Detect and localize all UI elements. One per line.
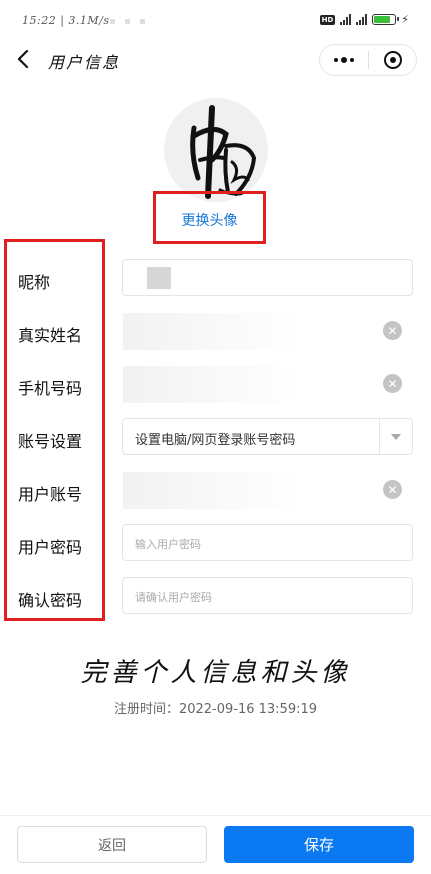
redacted-block: [123, 313, 303, 350]
chevron-down-icon[interactable]: [379, 419, 412, 454]
chevron-left-icon[interactable]: [12, 46, 36, 72]
change-avatar-link[interactable]: 更换头像: [156, 210, 263, 230]
password-placeholder: 输入用户密码: [135, 538, 201, 551]
clear-icon[interactable]: ✕: [383, 480, 402, 499]
status-icons: HD ⚡: [319, 13, 409, 26]
clear-icon[interactable]: ✕: [383, 374, 402, 393]
password-field[interactable]: 输入用户密码: [122, 524, 413, 561]
clear-icon[interactable]: ✕: [383, 321, 402, 340]
save-button[interactable]: 保存: [224, 826, 414, 863]
notification-dots: [110, 19, 145, 24]
status-bar: 15:22 | 3.1M/s HD ⚡: [0, 0, 431, 40]
account-settings-value: 设置电脑/网页登录账号密码: [135, 433, 296, 448]
more-dots-icon[interactable]: [320, 45, 368, 75]
register-time: 注册时间：2022-09-16 13:59:19: [113, 702, 318, 717]
footer-divider: [0, 815, 431, 816]
label-account-settings: 账号设置: [18, 432, 83, 451]
charging-icon: ⚡: [401, 13, 409, 26]
battery-icon: [372, 14, 400, 25]
label-nickname: 昵称: [18, 273, 51, 292]
nickname-redacted-thumb: [147, 267, 171, 289]
avatar-calligraphy-image: [164, 98, 268, 202]
user-account-field[interactable]: ✕: [122, 471, 413, 509]
change-avatar-highlight: 更换头像: [153, 191, 266, 244]
back-button[interactable]: 返回: [17, 826, 207, 863]
avatar[interactable]: [164, 98, 268, 202]
signal-icon-2: [356, 14, 368, 25]
confirm-password-field[interactable]: 请确认用户密码: [122, 577, 413, 614]
label-real-name: 真实姓名: [18, 326, 83, 345]
page-title: 用户信息: [48, 53, 121, 72]
nickname-field[interactable]: [122, 259, 413, 296]
hd-icon: HD: [319, 14, 336, 25]
real-name-field[interactable]: ✕: [122, 312, 413, 350]
page-heading: 完善个人信息和头像: [80, 658, 351, 688]
account-settings-select[interactable]: 设置电脑/网页登录账号密码: [122, 418, 413, 455]
phone-field[interactable]: ✕: [122, 365, 413, 403]
label-user-account: 用户账号: [18, 485, 83, 504]
label-confirm-password: 确认密码: [18, 591, 83, 610]
target-close-icon[interactable]: [369, 51, 416, 69]
signal-icon: [340, 14, 352, 25]
redacted-block: [123, 366, 303, 403]
mini-program-capsule: [319, 44, 417, 76]
redacted-block: [123, 472, 303, 509]
label-phone: 手机号码: [18, 379, 83, 398]
confirm-password-placeholder: 请确认用户密码: [135, 591, 212, 604]
status-time: 15:22 | 3.1M/s: [22, 14, 110, 27]
nav-bar: 用户信息: [0, 40, 431, 80]
label-password: 用户密码: [18, 538, 83, 557]
